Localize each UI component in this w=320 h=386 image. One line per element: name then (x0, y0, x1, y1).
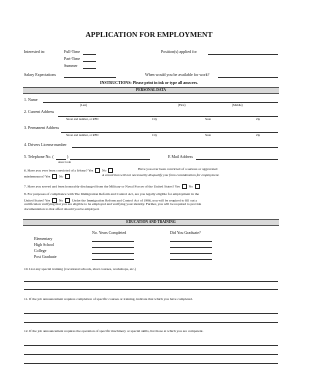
edu-row-post-graduate: Post Graduate (34, 254, 57, 259)
q10-line-2[interactable] (24, 289, 278, 290)
q11-line-2[interactable] (24, 322, 278, 323)
q7-text: 7. Have you served and been honorably di… (24, 184, 180, 189)
license-field[interactable] (72, 147, 278, 148)
current-state-caption: State (205, 117, 211, 121)
q3-permanent-label: 3. Permanent Address (24, 125, 59, 130)
part-time-field[interactable] (83, 61, 96, 62)
post-graduate-graduate-field[interactable] (170, 259, 212, 260)
positions-field[interactable] (208, 54, 278, 55)
misdemeanor-yes-checkbox[interactable] (52, 174, 58, 179)
positions-label: Position(s) applied for (161, 49, 197, 54)
last-caption: (Last) (80, 103, 88, 107)
middle-caption: (Middle) (232, 103, 243, 107)
conviction-note: A conviction will not necessarily disqua… (102, 173, 220, 177)
q6-line2-no-label: No (59, 174, 64, 179)
first-caption: (First) (178, 103, 186, 107)
military-yes-checkbox[interactable] (181, 184, 187, 189)
name-field[interactable] (43, 102, 278, 103)
q2-address-label: 2. Current Address (24, 109, 55, 114)
permanent-city-caption: City (152, 133, 158, 137)
permanent-state-caption: State (205, 133, 211, 137)
elementary-graduate-field[interactable] (170, 241, 212, 242)
q4-license-label: 4. Drivers License number (24, 142, 67, 147)
misdemeanor-no-checkbox[interactable] (65, 174, 71, 179)
q12-line-1[interactable] (24, 345, 278, 346)
college-years-field[interactable] (92, 253, 134, 254)
salary-field[interactable] (64, 77, 116, 78)
graduate-header: Did You Graduate? (170, 230, 201, 235)
application-page: APPLICATION FOR EMPLOYMENT Interested in… (0, 0, 298, 386)
q10-line-1[interactable] (24, 281, 278, 282)
email-label: E Mail Address (168, 154, 193, 159)
q11-line-1[interactable] (24, 313, 278, 314)
edu-row-elementary: Elementary (34, 236, 53, 241)
salary-label: Salary Expectations (24, 72, 56, 77)
military-no-checkbox[interactable] (194, 184, 200, 189)
q1-name-label: 1. Name (24, 97, 38, 102)
available-label: When would you be available for work? (145, 72, 210, 77)
college-graduate-field[interactable] (170, 253, 212, 254)
q7-military-question: 7. Have you served and been honorably di… (24, 184, 201, 189)
summer-field[interactable] (83, 68, 96, 69)
current-street-caption: Street and number, or RFD (66, 117, 99, 121)
area-code-caption: Area Code (58, 160, 71, 164)
form-title: APPLICATION FOR EMPLOYMENT (85, 30, 213, 39)
q6-no-label: No (102, 168, 107, 173)
full-time-label: Full-Time (64, 49, 81, 54)
q6-felony-text: 6. Have you ever been convicted of a fel… (24, 168, 94, 173)
q12-label: 12. If the job announcement requires the… (24, 329, 204, 333)
phone-close-paren: ) (67, 154, 69, 159)
permanent-street-caption: Street and number, or RFD (66, 133, 99, 137)
q5-phone-label: 5. Telephone No. ( (24, 154, 54, 159)
full-time-field[interactable] (83, 54, 96, 55)
current-zip-caption: Zip (256, 117, 261, 121)
q8-line3: certification verifying that you are eli… (24, 202, 202, 206)
q12-line-2[interactable] (24, 354, 278, 355)
q7-no-label: No (188, 184, 193, 189)
high-school-years-field[interactable] (92, 247, 134, 248)
q8-line4: documentation to that affect should you … (24, 207, 100, 211)
summer-label: Summer (64, 63, 78, 68)
years-completed-header: No. Years Completed (92, 230, 127, 235)
felony-yes-checkbox[interactable] (95, 168, 101, 173)
permanent-zip-caption: Zip (256, 133, 261, 137)
q8-line1: 8. For purposes of compliance with The I… (24, 192, 199, 196)
education-header: EDUCATION AND TRAINING (23, 219, 279, 226)
q10-label: 10. List any special training (vocationa… (24, 267, 136, 271)
q6-misdemeanor-text: Have you ever been convicted of a seriou… (138, 167, 218, 171)
q6-line2-text: misdemeanor? Yes (24, 174, 51, 179)
instructions: INSTRUCTIONS: Please print in ink or typ… (99, 80, 199, 85)
edu-row-high-school: High School (34, 242, 55, 247)
q12-line-3[interactable] (24, 363, 278, 364)
part-time-label: Part-Time (64, 56, 81, 61)
available-field[interactable] (218, 77, 278, 78)
email-field[interactable] (196, 159, 278, 160)
personal-data-header: PERSONAL DATA (23, 87, 279, 94)
elementary-years-field[interactable] (92, 241, 134, 242)
current-city-caption: City (152, 117, 158, 121)
high-school-graduate-field[interactable] (170, 247, 212, 248)
q6-misdemeanor-line: misdemeanor? Yes No (24, 174, 71, 179)
interested-label: Interested in: (24, 49, 45, 54)
phone-field[interactable] (70, 159, 150, 160)
q11-label: 11. If the job announcement requires com… (24, 297, 193, 301)
edu-row-college: College (34, 248, 47, 253)
post-graduate-years-field[interactable] (92, 259, 134, 260)
q6-felony-question: 6. Have you ever been convicted of a fel… (24, 168, 114, 173)
